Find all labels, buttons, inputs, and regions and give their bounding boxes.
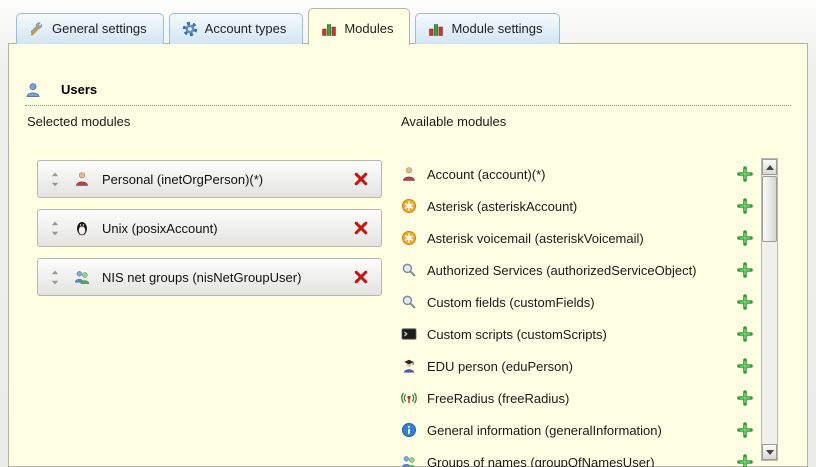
available-modules-heading: Available modules [401,114,506,129]
remove-module-button[interactable] [353,269,369,285]
add-module-button[interactable] [737,358,753,374]
asterisk-icon [401,198,417,214]
tab-label: Account types [205,21,287,36]
penguin-icon [74,220,90,236]
remove-module-button[interactable] [353,220,369,236]
available-module-row: FreeRadius (freeRadius) [401,382,753,414]
modules-icon [321,21,337,37]
add-module-button[interactable] [737,294,753,310]
available-module-row: Asterisk voicemail (asteriskVoicemail) [401,222,753,254]
user-icon [25,82,41,98]
terminal-icon [401,326,417,342]
person-icon [74,171,90,187]
available-module-label: FreeRadius (freeRadius) [427,391,569,406]
available-module-label: Asterisk (asteriskAccount) [427,199,577,214]
available-modules-list: Account (account)(*) Asterisk (asteriskA… [401,158,753,467]
drag-handle-icon[interactable] [50,270,60,285]
group-icon [74,269,90,285]
scroll-down-button[interactable] [762,444,777,460]
available-module-label: Custom scripts (customScripts) [427,327,607,342]
asterisk-icon [401,230,417,246]
available-module-row: Authorized Services (authorizedServiceOb… [401,254,753,286]
gear-icon [182,21,198,37]
available-module-row: EDU person (eduPerson) [401,350,753,382]
available-module-row: Groups of names (groupOfNamesUser) [401,446,753,467]
available-module-row: Custom fields (customFields) [401,286,753,318]
tab-general-settings[interactable]: General settings [16,13,164,44]
add-module-button[interactable] [737,390,753,406]
scrollbar[interactable] [761,158,778,461]
tab-account-types[interactable]: Account types [169,13,304,44]
available-module-row: Asterisk (asteriskAccount) [401,190,753,222]
tab-label: General settings [52,21,147,36]
add-module-button[interactable] [737,422,753,438]
arrow-down-icon [766,450,774,455]
info-icon [401,422,417,438]
antenna-icon [401,390,417,406]
remove-module-button[interactable] [353,171,369,187]
selected-module-label: NIS net groups (nisNetGroupUser) [102,270,301,285]
available-module-label: EDU person (eduPerson) [427,359,573,374]
add-module-button[interactable] [737,230,753,246]
available-module-row: General information (generalInformation) [401,414,753,446]
available-module-label: General information (generalInformation) [427,423,662,438]
tools-icon [29,21,45,37]
selected-module-row[interactable]: NIS net groups (nisNetGroupUser) [37,258,382,296]
scroll-up-button[interactable] [762,159,777,175]
person-icon [401,166,417,182]
module-settings-icon [428,21,444,37]
drag-handle-icon[interactable] [50,172,60,187]
section-heading: Users [25,80,791,106]
available-module-label: Groups of names (groupOfNamesUser) [427,455,655,467]
selected-module-label: Unix (posixAccount) [102,221,218,236]
tab-label: Module settings [451,21,542,36]
content-panel: Users Selected modules Available modules… [8,43,808,467]
arrow-up-icon [766,165,774,170]
selected-module-row[interactable]: Unix (posixAccount) [37,209,382,247]
selected-module-label: Personal (inetOrgPerson)(*) [102,172,263,187]
add-module-button[interactable] [737,454,753,467]
tab-label: Modules [344,21,393,36]
drag-handle-icon[interactable] [50,221,60,236]
magnifier-icon [401,294,417,310]
available-module-label: Account (account)(*) [427,167,546,182]
available-module-label: Authorized Services (authorizedServiceOb… [427,263,697,278]
selected-module-row[interactable]: Personal (inetOrgPerson)(*) [37,160,382,198]
group-icon [401,454,417,467]
magnifier-icon [401,262,417,278]
tab-bar: General settings Account types Modules [16,0,560,44]
add-module-button[interactable] [737,198,753,214]
tab-modules[interactable]: Modules [308,8,410,45]
selected-modules-heading: Selected modules [27,114,130,129]
selected-modules-list: Personal (inetOrgPerson)(*) [37,160,382,307]
add-module-button[interactable] [737,166,753,182]
scrollbar-thumb[interactable] [762,176,777,242]
available-module-label: Asterisk voicemail (asteriskVoicemail) [427,231,644,246]
available-module-label: Custom fields (customFields) [427,295,595,310]
available-module-row: Account (account)(*) [401,158,753,190]
add-module-button[interactable] [737,262,753,278]
add-module-button[interactable] [737,326,753,342]
tab-module-settings[interactable]: Module settings [415,13,559,44]
section-title: Users [61,82,97,97]
available-module-row: Custom scripts (customScripts) [401,318,753,350]
edu-person-icon [401,358,417,374]
